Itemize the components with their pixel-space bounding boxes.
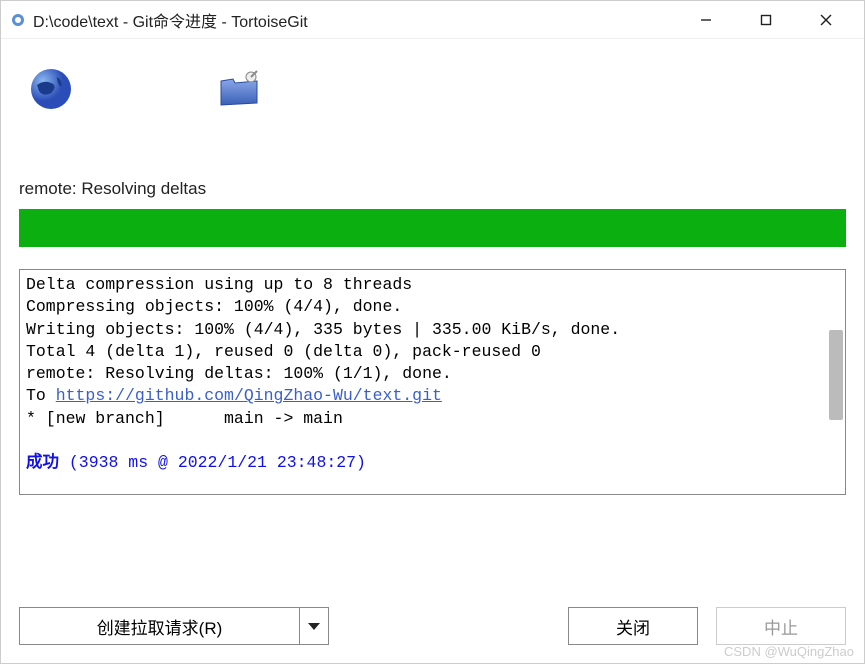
log-output[interactable]: Delta compression using up to 8 threads … [19,269,846,495]
success-timestamp: (3938 ms @ 2022/1/21 23:48:27) [59,453,366,472]
action-icons [27,65,846,113]
log-line: Total 4 (delta 1), reused 0 (delta 0), p… [26,342,541,361]
abort-button: 中止 [716,607,846,645]
repo-link[interactable]: https://github.com/QingZhao-Wu/text.git [56,386,442,405]
success-label: 成功 [26,453,59,472]
titlebar: D:\code\text - Git命令进度 - TortoiseGit [1,1,864,39]
log-branch-line: * [new branch] main -> main [26,409,343,428]
chevron-down-icon [308,623,320,630]
button-row: 创建拉取请求(R) 关闭 中止 [19,579,846,645]
log-line: Compressing objects: 100% (4/4), done. [26,297,402,316]
window-controls [676,1,856,39]
pull-request-dropdown[interactable] [300,608,328,644]
scrollbar-thumb[interactable] [829,330,843,420]
watermark: CSDN @WuQingZhao [724,644,854,659]
create-pull-request-button[interactable]: 创建拉取请求(R) [20,608,300,644]
log-line: Writing objects: 100% (4/4), 335 bytes |… [26,320,620,339]
log-to-prefix: To [26,386,56,405]
log-line: remote: Resolving deltas: 100% (1/1), do… [26,364,452,383]
minimize-button[interactable] [676,1,736,39]
close-button[interactable]: 关闭 [568,607,698,645]
maximize-button[interactable] [736,1,796,39]
log-line: Delta compression using up to 8 threads [26,275,412,294]
window-title: D:\code\text - Git命令进度 - TortoiseGit [33,8,676,32]
globe-icon [27,65,75,113]
status-text: remote: Resolving deltas [19,179,846,199]
close-window-button[interactable] [796,1,856,39]
folder-icon [215,65,263,113]
git-progress-window: D:\code\text - Git命令进度 - TortoiseGit [0,0,865,664]
pull-request-split-button: 创建拉取请求(R) [19,607,329,645]
app-icon [9,11,27,29]
progress-bar [19,209,846,247]
content-area: remote: Resolving deltas Delta compressi… [1,39,864,663]
